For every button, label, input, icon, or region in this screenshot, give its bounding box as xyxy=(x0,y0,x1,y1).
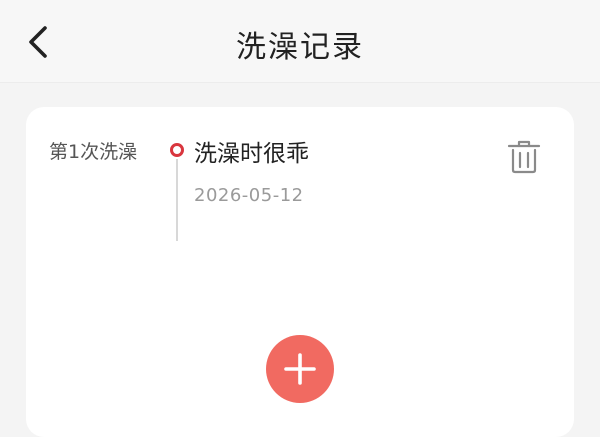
record-card: 第1次洗澡 洗澡时很乖 2026-05-12 xyxy=(26,107,574,437)
delete-button[interactable] xyxy=(504,135,544,177)
add-record-button[interactable] xyxy=(266,335,334,403)
timeline-line xyxy=(176,159,178,241)
trash-icon xyxy=(507,140,541,174)
top-bar: 洗澡记录 xyxy=(0,0,600,83)
timeline-dot xyxy=(170,143,184,157)
record-count-label: 第1次洗澡 xyxy=(49,141,138,163)
page-title: 洗澡记录 xyxy=(236,30,364,65)
record-date: 2026-05-12 xyxy=(194,185,304,206)
plus-icon xyxy=(284,353,316,385)
record-note: 洗澡时很乖 xyxy=(194,141,309,167)
